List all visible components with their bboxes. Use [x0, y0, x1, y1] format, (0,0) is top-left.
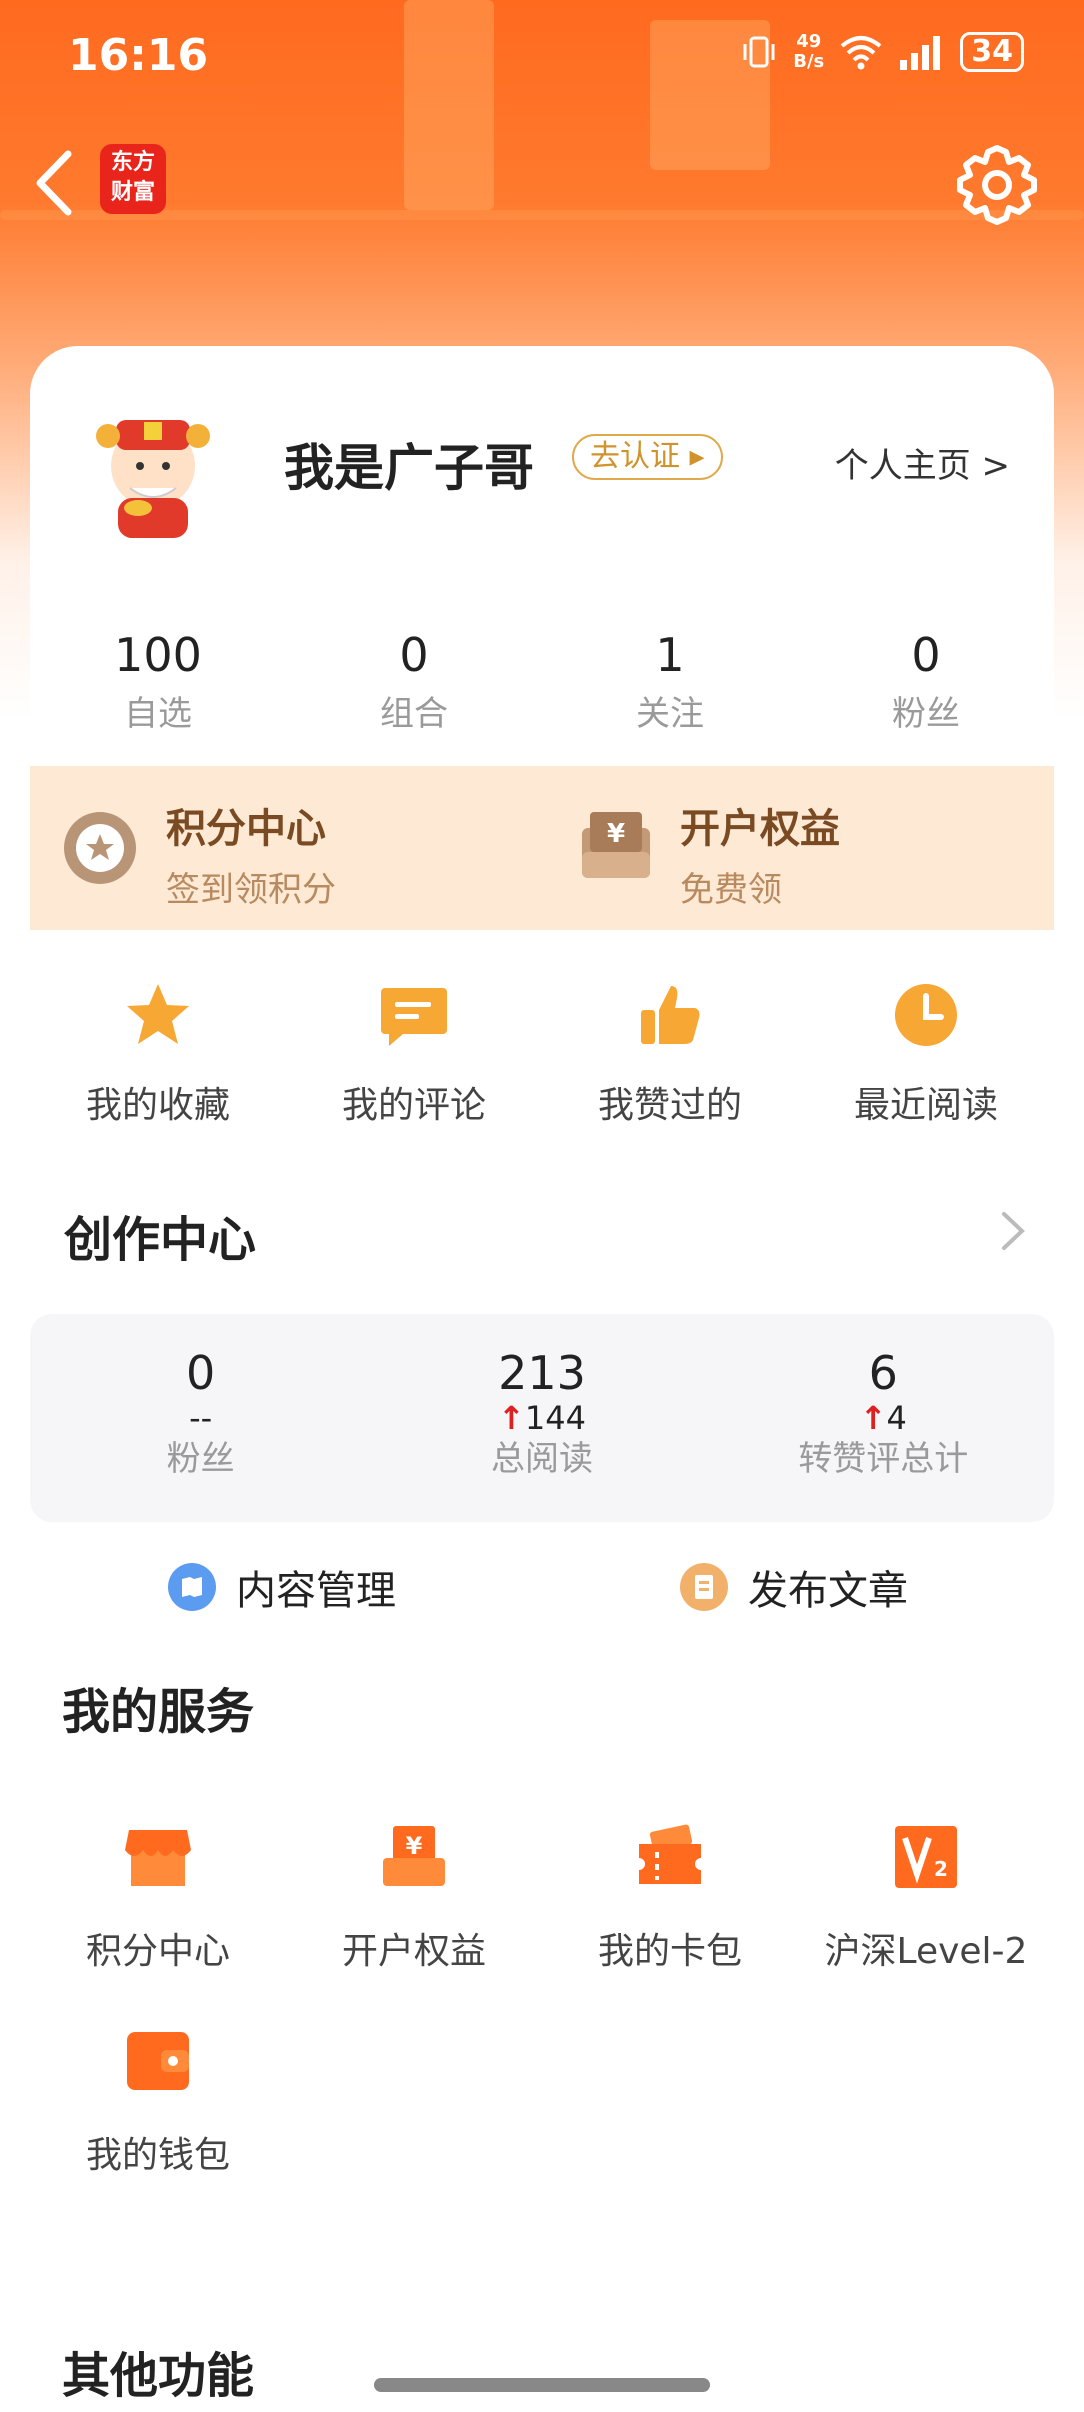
services-row: 积分中心 ¥ 开户权益 我的卡包 2 沪深Level-2 [30, 1822, 1054, 2026]
battery-indicator: 34 [960, 32, 1024, 72]
content-manage-icon [168, 1563, 216, 1611]
stat-watchlist[interactable]: 100 自选 [30, 628, 286, 735]
top-nav: 东方 财富 [0, 130, 1084, 230]
service-my-wallet[interactable]: 我的钱包 [30, 2026, 286, 2230]
creator-actions: 内容管理 发布文章 [30, 1558, 1054, 1628]
svg-text:¥: ¥ [406, 1832, 423, 1860]
profile-stats: 100 自选 0 组合 1 关注 0 粉丝 [30, 628, 1054, 735]
clock-icon [895, 984, 957, 1046]
creator-center-title[interactable]: 创作中心 [64, 1200, 256, 1270]
creator-stat-followers[interactable]: 0 -- 粉丝 [30, 1314, 371, 1522]
publish-article-icon [680, 1563, 728, 1611]
publish-article-button[interactable]: 发布文章 [680, 1558, 908, 1616]
stat-portfolio[interactable]: 0 组合 [286, 628, 542, 735]
benefits-banner: 积分中心 签到领积分 ¥ 开户权益 免费领 [30, 766, 1054, 930]
star-badge-icon [64, 812, 136, 884]
quick-links: 我的收藏 我的评论 我赞过的 最近阅读 [30, 980, 1054, 1128]
yuan-box-icon: ¥ [582, 812, 650, 878]
username: 我是广子哥 [284, 439, 534, 497]
other-features-title: 其他功能 [62, 2348, 255, 2404]
thumbs-up-icon [641, 986, 700, 1044]
creator-stats: 0 -- 粉丝 213 ↑144 总阅读 6 ↑4 转赞评总计 [30, 1314, 1054, 1522]
verify-button[interactable]: 去认证 ▸ [572, 434, 723, 480]
creator-stat-engagement[interactable]: 6 ↑4 转赞评总计 [713, 1314, 1054, 1522]
my-likes[interactable]: 我赞过的 [542, 980, 798, 1128]
svg-text:2: 2 [934, 1857, 948, 1881]
profile-card: 我是广子哥 去认证 ▸ 个人主页 > 100 自选 0 组合 1 关注 0 粉丝 [30, 346, 1054, 766]
stat-followers[interactable]: 0 粉丝 [798, 628, 1054, 735]
vibrate-icon [743, 36, 775, 68]
net-speed: 49 B/s [793, 31, 825, 72]
comment-icon [381, 988, 447, 1046]
arrow-up-icon: ↑ [859, 1399, 887, 1437]
wallet-icon [127, 2032, 189, 2090]
creator-stat-total-reads[interactable]: 213 ↑144 总阅读 [371, 1314, 712, 1522]
status-icons: 49 B/s 34 [739, 32, 1024, 72]
app-logo: 东方 财富 [100, 144, 166, 214]
chevron-right-icon[interactable] [998, 1206, 1028, 1256]
status-bar: 16:16 49 B/s 34 [0, 0, 1084, 110]
store-icon [125, 1830, 191, 1886]
recent-reading[interactable]: 最近阅读 [798, 980, 1054, 1128]
service-level2[interactable]: 2 沪深Level-2 [798, 1822, 1054, 2026]
service-account-benefits[interactable]: ¥ 开户权益 [286, 1822, 542, 2026]
service-points-center[interactable]: 积分中心 [30, 1822, 286, 2026]
service-card-wallet[interactable]: 我的卡包 [542, 1822, 798, 2026]
ticket-icon [639, 1824, 701, 1884]
my-services-title: 我的服务 [62, 1684, 255, 1740]
signal-icon [900, 36, 941, 70]
gear-icon[interactable] [954, 142, 1040, 228]
my-comments[interactable]: 我的评论 [286, 980, 542, 1128]
svg-text:¥: ¥ [607, 819, 625, 849]
status-time: 16:16 [68, 30, 209, 81]
avatar[interactable] [78, 396, 228, 546]
level2-icon: 2 [895, 1826, 957, 1888]
content-management-button[interactable]: 内容管理 [168, 1558, 396, 1616]
home-indicator[interactable] [374, 2378, 710, 2392]
my-favorites[interactable]: 我的收藏 [30, 980, 286, 1128]
star-icon [127, 984, 189, 1044]
services-grid: 积分中心 ¥ 开户权益 我的卡包 2 沪深Level-2 我的钱包 [30, 1822, 1054, 2230]
wifi-icon [840, 36, 882, 70]
stat-following[interactable]: 1 关注 [542, 628, 798, 735]
services-row: 我的钱包 [30, 2026, 1054, 2230]
yuan-box-icon: ¥ [383, 1826, 445, 1886]
personal-homepage-link[interactable]: 个人主页 > [835, 438, 1010, 487]
arrow-up-icon: ↑ [498, 1399, 525, 1437]
back-chevron-icon[interactable] [30, 148, 80, 218]
